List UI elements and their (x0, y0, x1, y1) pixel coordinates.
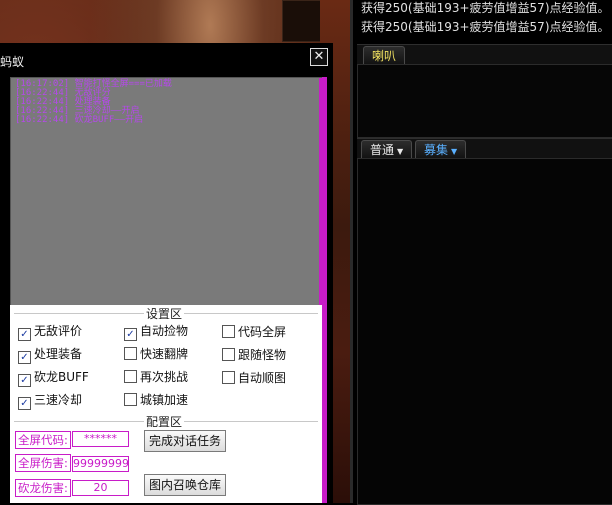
caret-down-icon: ▼ (397, 147, 404, 156)
checkbox-follow-monster[interactable]: 跟随怪物 (222, 347, 286, 363)
dragon-damage-label: 砍龙伤害: (15, 479, 71, 497)
chat-pane: 获得250(基础193+疲劳值增益57)点经验值。 获得250(基础193+疲劳… (350, 0, 612, 505)
checkbox-box (124, 393, 137, 406)
settings-title: 设置区 (144, 305, 185, 322)
tab-normal-label: 普通 (370, 143, 395, 157)
check-icon: ✓ (18, 328, 31, 341)
checkbox-fast-flip[interactable]: 快速翻牌 (124, 346, 188, 362)
dragon-damage-input[interactable]: 20 (72, 480, 129, 496)
checkbox-box (124, 370, 137, 383)
log-line: [16:22:44] 砍龙BUFF——开启 (15, 115, 144, 125)
log-area: [16:17:02] 智能打怪全屏===已加载 [16:22:44] 无敌评分 … (10, 77, 324, 307)
checkbox-label: 快速翻牌 (140, 347, 189, 361)
fullscreen-damage-label: 全屏伤害: (15, 454, 71, 472)
config-title: 配置区 (144, 413, 185, 430)
window-titlebar: 蚂蚁 ✕ (0, 43, 333, 75)
window-right-border (322, 77, 327, 503)
checkbox-label: 城镇加速 (140, 393, 189, 407)
fullscreen-code-label: 全屏代码: (15, 431, 71, 449)
checkbox-retry-challenge[interactable]: 再次挑战 (124, 369, 188, 385)
checkbox-code-fullscreen[interactable]: 代码全屏 (222, 324, 286, 340)
checkbox-label: 无敌评价 (34, 324, 83, 338)
complete-dialog-task-button[interactable]: 完成对话任务 (144, 430, 226, 452)
checkbox-label: 自动捡物 (140, 324, 189, 338)
tab-recruit[interactable]: 募集 ▼ (415, 140, 467, 159)
close-icon: ✕ (313, 49, 325, 64)
window-title: 蚂蚁 (0, 55, 25, 69)
checkbox-label: 处理装备 (34, 347, 83, 361)
checkbox-label: 代码全屏 (238, 325, 287, 339)
system-message: 获得250(基础193+疲劳值增益57)点经验值。 (361, 1, 610, 15)
plugin-window: 蚂蚁 ✕ [16:17:02] 智能打怪全屏===已加载 [16:22:44] … (0, 43, 333, 503)
speaker-tabbar: 喇叭 (357, 44, 612, 65)
checkbox-box (222, 371, 235, 384)
tab-recruit-label: 募集 (424, 143, 449, 157)
checkbox-label: 三速冷却 (34, 393, 83, 407)
check-icon: ✓ (18, 374, 31, 387)
checkbox-auto-map[interactable]: 自动顺图 (222, 370, 286, 386)
checkbox-label: 自动顺图 (238, 371, 287, 385)
checkbox-town-speedup[interactable]: 城镇加速 (124, 392, 188, 408)
fullscreen-damage-input[interactable]: 99999999 (72, 456, 129, 472)
checkbox-box (124, 347, 137, 360)
check-icon: ✓ (18, 397, 31, 410)
tab-normal[interactable]: 普通 ▼ (361, 140, 413, 159)
chat-channel-tabbar: 普通 ▼ 募集 ▼ (357, 138, 612, 159)
checkbox-auto-pickup[interactable]: ✓ 自动捡物 (124, 323, 189, 341)
checkbox-label: 跟随怪物 (238, 348, 287, 362)
tab-speaker[interactable]: 喇叭 (363, 46, 406, 65)
chat-message-box (357, 158, 612, 505)
check-icon: ✓ (18, 351, 31, 364)
checkbox-label: 砍龙BUFF (34, 370, 89, 384)
close-button[interactable]: ✕ (310, 48, 328, 66)
checkbox-process-gear[interactable]: ✓ 处理装备 (18, 346, 83, 364)
control-panel: 设置区 ✓ 无敌评价 ✓ 处理装备 ✓ 砍龙BUFF ✓ 三速冷却 ✓ 自动捡物 快速翻牌… (10, 305, 322, 503)
checkbox-invincible-rating[interactable]: ✓ 无敌评价 (18, 323, 83, 341)
checkbox-dragon-buff[interactable]: ✓ 砍龙BUFF (18, 369, 89, 387)
checkbox-box (222, 325, 235, 338)
checkbox-label: 再次挑战 (140, 370, 189, 384)
fullscreen-code-input[interactable]: ****** (72, 431, 129, 447)
summon-warehouse-button[interactable]: 图内召唤仓库 (144, 474, 226, 496)
system-message: 获得250(基础193+疲劳值增益57)点经验值。 (361, 20, 610, 34)
checkbox-triple-speed-cooldown[interactable]: ✓ 三速冷却 (18, 392, 83, 410)
check-icon: ✓ (124, 328, 137, 341)
checkbox-box (222, 348, 235, 361)
caret-down-icon: ▼ (451, 147, 458, 156)
system-message-list: 获得250(基础193+疲劳值增益57)点经验值。 获得250(基础193+疲劳… (353, 0, 610, 37)
speaker-chat-box (357, 64, 612, 138)
